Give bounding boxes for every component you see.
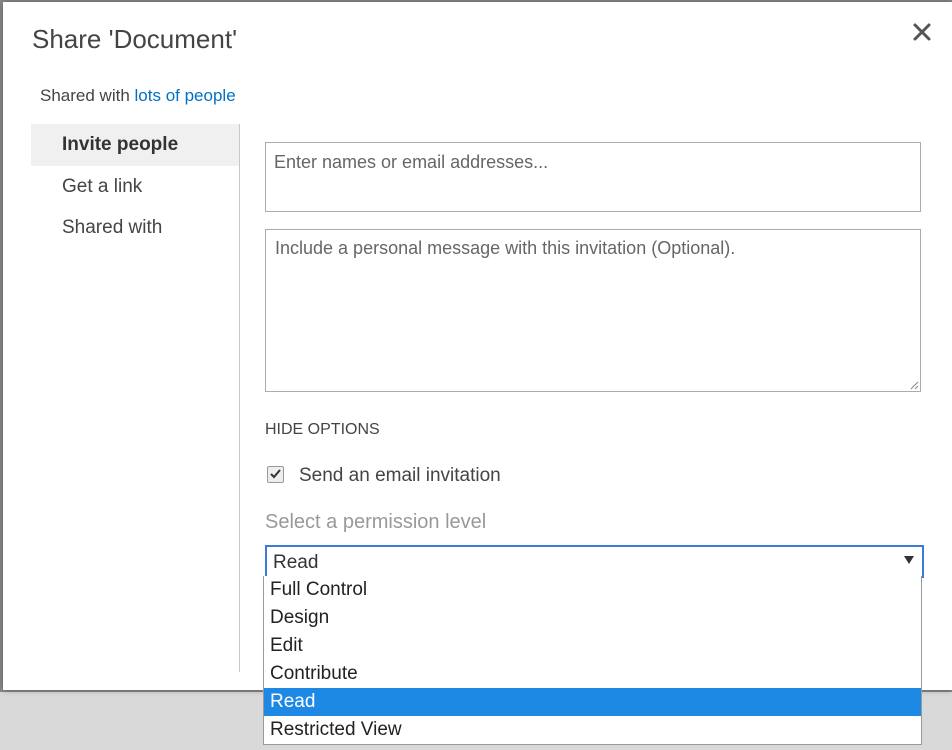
shared-with-prefix: Shared with — [40, 86, 130, 105]
nav-invite-people[interactable]: Invite people — [31, 124, 239, 166]
lots-of-people-link[interactable]: lots of people — [135, 86, 236, 105]
option-restricted-view[interactable]: Restricted View — [264, 716, 921, 744]
option-contribute[interactable]: Contribute — [264, 660, 921, 688]
resize-handle-icon[interactable] — [909, 380, 919, 390]
names-placeholder: Enter names or email addresses... — [274, 152, 549, 172]
permission-level-label: Select a permission level — [265, 511, 487, 533]
nav-shared-with[interactable]: Shared with — [31, 207, 239, 248]
send-email-checkbox[interactable] — [267, 466, 284, 483]
close-icon[interactable] — [908, 18, 936, 46]
nav-get-a-link[interactable]: Get a link — [31, 166, 239, 207]
permission-select[interactable]: Read — [265, 545, 924, 578]
permission-selected-value: Read — [273, 552, 319, 573]
checkmark-icon — [270, 469, 281, 479]
dropdown-arrow-icon — [903, 552, 915, 568]
option-full-control[interactable]: Full Control — [264, 576, 921, 604]
share-nav: Invite people Get a link Shared with — [31, 124, 240, 672]
hide-options-link[interactable]: HIDE OPTIONS — [265, 421, 380, 439]
message-textarea[interactable]: Include a personal message with this inv… — [265, 229, 921, 392]
option-read[interactable]: Read — [264, 688, 921, 716]
option-design[interactable]: Design — [264, 604, 921, 632]
dialog-title: Share 'Document' — [32, 24, 238, 54]
option-edit[interactable]: Edit — [264, 632, 921, 660]
shared-with-summary: Shared with lots of people — [40, 86, 236, 106]
message-placeholder: Include a personal message with this inv… — [275, 238, 736, 258]
send-email-label: Send an email invitation — [299, 465, 501, 486]
names-input[interactable]: Enter names or email addresses... — [265, 142, 921, 212]
permission-dropdown-list: Full Control Design Edit Contribute Read… — [263, 576, 922, 745]
